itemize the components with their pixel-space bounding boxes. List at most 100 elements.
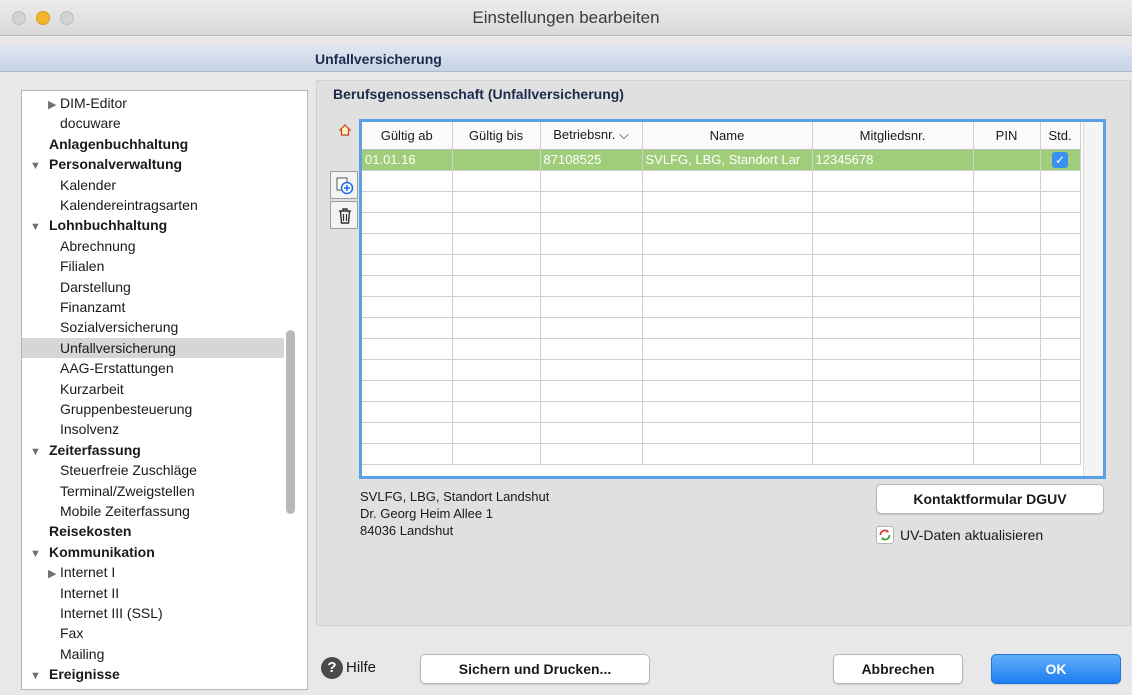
tree-scrollbar[interactable] — [286, 330, 295, 514]
table-cell[interactable] — [642, 359, 813, 381]
tree-item[interactable]: docuware — [22, 113, 284, 133]
table-row[interactable] — [362, 191, 1081, 213]
tree-item[interactable]: AAG-Erstattungen — [22, 358, 284, 378]
table-cell[interactable] — [540, 422, 643, 444]
tree-item[interactable]: Steuerfreie Zuschläge — [22, 460, 284, 480]
tree-item[interactable]: Mobile Zeiterfassung — [22, 501, 284, 521]
tree-item[interactable]: Gruppenbesteuerung — [22, 399, 284, 419]
table-cell[interactable] — [452, 380, 541, 402]
table-cell[interactable] — [812, 275, 974, 297]
table-cell[interactable] — [540, 401, 643, 423]
table-cell[interactable] — [812, 212, 974, 234]
tree-item[interactable]: Fax — [22, 623, 284, 643]
table-cell[interactable] — [362, 191, 453, 213]
table-cell[interactable] — [540, 191, 643, 213]
table-cell[interactable] — [642, 254, 813, 276]
table-cell[interactable] — [973, 317, 1041, 339]
column-header[interactable]: Name — [642, 122, 813, 150]
delete-row-button[interactable] — [330, 201, 358, 229]
table-row[interactable] — [362, 443, 1081, 465]
table-cell[interactable] — [812, 338, 974, 360]
table-cell[interactable] — [540, 359, 643, 381]
table-cell[interactable] — [973, 380, 1041, 402]
table-cell[interactable]: SVLFG, LBG, Standort Lar — [642, 149, 813, 171]
table-cell[interactable] — [452, 338, 541, 360]
table-row[interactable] — [362, 401, 1081, 423]
tree-item[interactable]: Kurzarbeit — [22, 379, 284, 399]
table-cell[interactable] — [973, 233, 1041, 255]
table-cell[interactable] — [642, 338, 813, 360]
table-cell[interactable]: 87108525 — [540, 149, 643, 171]
table-cell[interactable] — [1040, 170, 1081, 192]
table-cell[interactable] — [973, 170, 1041, 192]
table-cell[interactable] — [1040, 401, 1081, 423]
table-cell[interactable] — [642, 275, 813, 297]
table-cell[interactable] — [973, 401, 1041, 423]
table-cell[interactable] — [1040, 191, 1081, 213]
tree-item[interactable]: Abrechnung — [22, 236, 284, 256]
table-row[interactable] — [362, 422, 1081, 444]
table-scrollbar[interactable] — [1083, 122, 1103, 476]
table-cell[interactable] — [1040, 422, 1081, 444]
home-icon[interactable] — [339, 124, 351, 136]
uv-update-link[interactable]: UV-Daten aktualisieren — [876, 526, 1043, 545]
tree-item[interactable]: Internet III (SSL) — [22, 603, 284, 623]
table-row[interactable] — [362, 275, 1081, 297]
table-cell[interactable] — [540, 212, 643, 234]
table-row[interactable] — [362, 254, 1081, 276]
table-cell[interactable] — [812, 401, 974, 423]
tree-item[interactable]: ▼ Lohnbuchhaltung — [22, 215, 284, 235]
add-row-button[interactable] — [330, 171, 358, 199]
table-cell[interactable] — [362, 275, 453, 297]
table-cell[interactable] — [1040, 380, 1081, 402]
table-cell[interactable] — [1040, 212, 1081, 234]
table-row[interactable] — [362, 296, 1081, 318]
table-cell[interactable] — [452, 422, 541, 444]
table-cell[interactable] — [973, 443, 1041, 465]
table-cell[interactable] — [812, 254, 974, 276]
table-cell[interactable] — [1040, 443, 1081, 465]
table-row[interactable] — [362, 359, 1081, 381]
table-cell[interactable] — [452, 401, 541, 423]
table-row[interactable] — [362, 380, 1081, 402]
disclosure-open-icon[interactable]: ▼ — [30, 666, 49, 686]
table-cell[interactable] — [642, 191, 813, 213]
column-header[interactable]: Gültig bis — [452, 122, 541, 150]
table-cell[interactable] — [362, 338, 453, 360]
column-header[interactable]: PIN — [973, 122, 1041, 150]
table-cell[interactable] — [973, 338, 1041, 360]
default-checkbox[interactable]: ✓ — [1052, 151, 1068, 168]
tree-item[interactable]: Kalender — [22, 175, 284, 195]
table-cell[interactable] — [452, 233, 541, 255]
table-cell[interactable] — [452, 212, 541, 234]
table-cell[interactable] — [642, 401, 813, 423]
column-header[interactable]: Gültig ab — [362, 122, 453, 150]
table-cell[interactable] — [362, 254, 453, 276]
table-cell[interactable] — [362, 170, 453, 192]
table-cell[interactable] — [362, 212, 453, 234]
table-cell[interactable] — [1040, 233, 1081, 255]
tree-item[interactable]: Reisekosten — [22, 521, 284, 541]
table-cell[interactable] — [973, 212, 1041, 234]
table-cell[interactable] — [452, 191, 541, 213]
table-cell[interactable] — [362, 317, 453, 339]
table-cell[interactable] — [1040, 359, 1081, 381]
table-row[interactable] — [362, 338, 1081, 360]
table-cell[interactable] — [973, 296, 1041, 318]
table-cell[interactable] — [1040, 338, 1081, 360]
table-cell[interactable] — [540, 338, 643, 360]
table-row[interactable]: 01.01.16 87108525 SVLFG, LBG, Standort Lar… — [362, 149, 1081, 171]
disclosure-open-icon[interactable]: ▼ — [30, 217, 49, 237]
tree-item[interactable]: Kalendereintragsarten — [22, 195, 284, 215]
table-cell[interactable] — [973, 275, 1041, 297]
table-cell[interactable] — [973, 191, 1041, 213]
disclosure-open-icon[interactable]: ▼ — [30, 442, 49, 462]
table-cell[interactable] — [973, 149, 1041, 171]
table-row[interactable] — [362, 212, 1081, 234]
tree-item[interactable]: Sozialversicherung — [22, 317, 284, 337]
table-cell[interactable] — [452, 170, 541, 192]
table-cell[interactable] — [642, 170, 813, 192]
table-cell[interactable] — [1040, 317, 1081, 339]
table-cell[interactable] — [973, 422, 1041, 444]
tree-item[interactable]: Internet II — [22, 583, 284, 603]
